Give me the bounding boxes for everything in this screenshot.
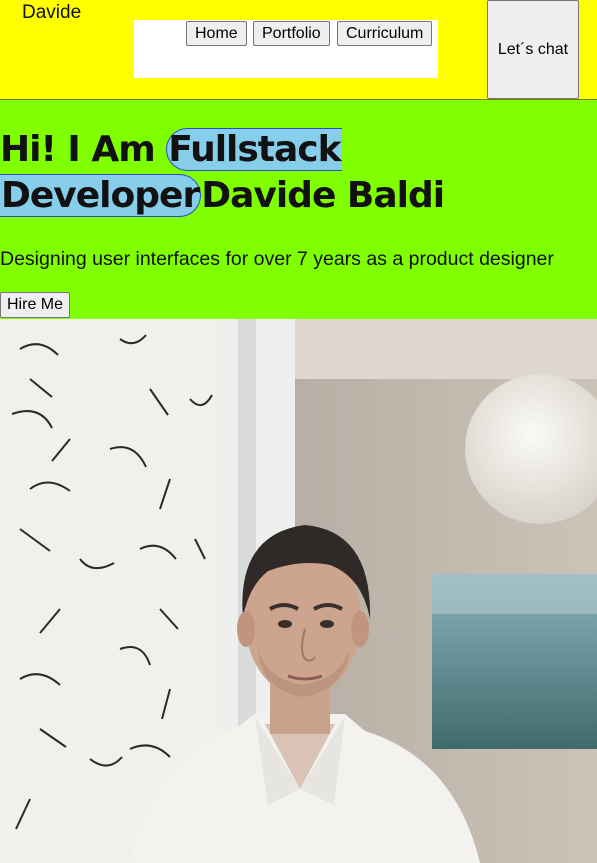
site-header: Davide Home Portfolio Curriculum Let´s c… — [0, 0, 597, 100]
profile-photo — [0, 319, 597, 863]
nav-curriculum-button[interactable]: Curriculum — [337, 21, 433, 46]
main-nav: Home Portfolio Curriculum — [134, 20, 438, 78]
brand-name: Davide — [22, 2, 82, 23]
hire-me-button[interactable]: Hire Me — [0, 292, 71, 318]
hero-section: Hi! I Am Fullstack DeveloperDavide Baldi … — [0, 100, 597, 319]
hero-title-highlight-role-2: Developer — [0, 174, 202, 217]
nav-portfolio-button[interactable]: Portfolio — [253, 21, 330, 46]
hero-title-prefix: Hi! I Am — [0, 129, 167, 170]
hero-title-name: Davide Baldi — [201, 175, 445, 216]
nav-home-button[interactable]: Home — [186, 21, 247, 46]
hero-title: Hi! I Am Fullstack DeveloperDavide Baldi — [0, 127, 445, 219]
lets-chat-button[interactable]: Let´s chat — [487, 0, 579, 99]
hero-subtitle: Designing user interfaces for over 7 yea… — [0, 248, 554, 270]
hero-title-highlight-role: Fullstack — [166, 128, 342, 171]
